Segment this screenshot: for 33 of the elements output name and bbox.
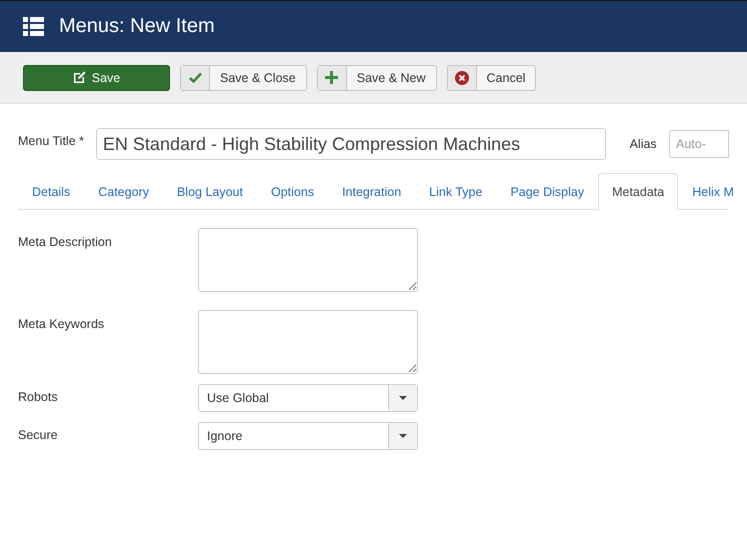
list-icon [23,16,44,36]
check-icon [188,72,202,83]
text-area[interactable] [198,310,418,374]
field-label: Meta Keywords [18,316,106,331]
tab[interactable]: Category [84,173,163,210]
tab[interactable]: Details [18,173,84,210]
caret-icon [399,434,407,438]
plus-icon [325,71,338,84]
field-label: Secure [18,428,59,442]
save-button[interactable]: Save [23,64,170,90]
tab[interactable]: Page Display [496,173,598,210]
save-close-button[interactable]: Save & Close [180,64,307,90]
dropdown[interactable]: Ignore [198,422,418,450]
cancel-button[interactable]: Cancel [446,64,536,90]
field-label: Meta Description [18,234,113,249]
menu-title-field[interactable]: EN Standard - High Stability Compression Machines [96,128,606,160]
caret-icon [399,396,407,400]
tab[interactable]: Helix M [678,173,747,210]
close-icon [454,70,469,84]
field-label: Alias [630,137,658,151]
alias-field[interactable]: Auto- [669,130,729,158]
field-label: Menu Title * [18,134,86,148]
tab[interactable]: Options [256,173,328,210]
page-title: Menus: New Item [59,15,215,38]
tab[interactable]: Metadata [598,173,678,210]
edit-icon [72,71,86,84]
field-label: Robots [18,390,59,404]
tab[interactable]: Integration [328,173,416,210]
save-new-button[interactable]: Save & New [316,64,437,90]
text-area[interactable] [198,228,418,292]
tab[interactable]: Blog Layout [162,173,257,210]
tab[interactable]: Link Type [415,173,496,210]
dropdown[interactable]: Use Global [198,384,418,412]
